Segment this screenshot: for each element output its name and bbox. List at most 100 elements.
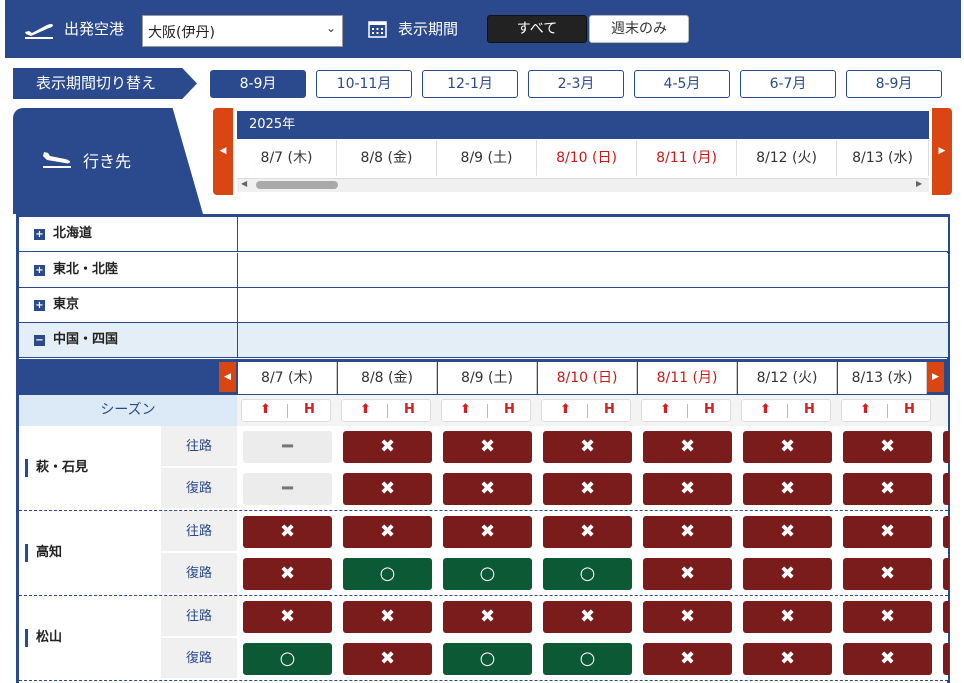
period-tab[interactable]: 2-3月: [528, 70, 624, 98]
availability-cell[interactable]: ○: [443, 643, 532, 675]
availability-cell[interactable]: ✖: [243, 516, 332, 548]
availability-cell[interactable]: ✖: [643, 431, 732, 463]
inner-scroll-left-button[interactable]: ◀: [219, 362, 236, 392]
outbound-direction-label: 往路: [161, 511, 237, 552]
region-row[interactable]: − 中国・四国: [19, 323, 948, 358]
availability-cell[interactable]: ✖: [643, 643, 732, 675]
period-tab[interactable]: 8-9月: [210, 70, 306, 98]
availability-cell[interactable]: ✖: [443, 473, 532, 505]
season-cell: ⬆ H: [641, 399, 731, 422]
availability-cell[interactable]: ✖: [343, 516, 432, 548]
period-switch-label: 表示期間切り替え: [13, 68, 197, 99]
price-up-icon: ⬆: [860, 402, 871, 417]
availability-cell-partial: [943, 601, 949, 633]
departure-airport-value: 大阪(伊丹): [148, 25, 215, 41]
period-all-button[interactable]: すべて: [487, 15, 587, 43]
availability-cell[interactable]: ○: [443, 558, 532, 590]
season-divider: [587, 404, 588, 418]
availability-cell[interactable]: ○: [243, 643, 332, 675]
expand-icon[interactable]: +: [34, 229, 45, 240]
horizontal-scrollbar[interactable]: [237, 178, 929, 192]
availability-cell[interactable]: ✖: [843, 516, 932, 548]
season-divider: [287, 404, 288, 418]
expand-icon[interactable]: +: [34, 300, 45, 311]
period-tab[interactable]: 12-1月: [422, 70, 518, 98]
availability-cell[interactable]: ✖: [343, 601, 432, 633]
inner-scroll-right-button[interactable]: ▶: [927, 362, 944, 392]
availability-cell[interactable]: ✖: [843, 601, 932, 633]
season-divider: [387, 404, 388, 418]
collapse-icon[interactable]: −: [34, 335, 45, 346]
availability-cell[interactable]: ○: [543, 558, 632, 590]
expand-icon[interactable]: +: [34, 265, 45, 276]
period-tab[interactable]: 4-5月: [634, 70, 730, 98]
availability-cell[interactable]: ✖: [843, 558, 932, 590]
availability-cell[interactable]: ✖: [743, 516, 832, 548]
high-season-mark: H: [904, 402, 915, 417]
availability-cell[interactable]: ○: [343, 558, 432, 590]
price-up-icon: ⬆: [360, 402, 371, 417]
period-tab[interactable]: 8-9月: [846, 70, 942, 98]
region-label: 東京: [53, 297, 80, 312]
availability-cell-partial: [943, 431, 949, 463]
availability-cell[interactable]: ✖: [343, 473, 432, 505]
availability-cell[interactable]: ✖: [443, 516, 532, 548]
availability-cell[interactable]: ✖: [743, 473, 832, 505]
availability-cell[interactable]: ✖: [643, 516, 732, 548]
route-name: 高知: [25, 544, 62, 562]
availability-cell-partial: [943, 558, 949, 590]
scrollbar-right-arrow-icon[interactable]: ▶: [916, 179, 922, 188]
high-season-mark: H: [404, 402, 415, 417]
scrollbar-thumb[interactable]: [256, 181, 338, 189]
season-cell: ⬆ H: [741, 399, 831, 422]
price-up-icon: ⬆: [560, 402, 571, 417]
departure-airport-label: 出発空港: [64, 20, 125, 38]
availability-cell[interactable]: ✖: [743, 431, 832, 463]
price-up-icon: ⬆: [660, 402, 671, 417]
region-name: + 東京: [19, 288, 238, 322]
availability-cell[interactable]: ✖: [543, 601, 632, 633]
period-tab[interactable]: 6-7月: [740, 70, 836, 98]
region-row[interactable]: + 北海道: [19, 217, 948, 252]
availability-cell[interactable]: ✖: [443, 601, 532, 633]
season-divider: [887, 404, 888, 418]
availability-cell[interactable]: ✖: [643, 558, 732, 590]
outbound-direction-label: 往路: [161, 426, 237, 467]
date-header-cell: 8/13 (水): [837, 140, 929, 176]
availability-cell[interactable]: ✖: [643, 473, 732, 505]
availability-cell[interactable]: ✖: [743, 601, 832, 633]
availability-cell[interactable]: ✖: [843, 473, 932, 505]
route-name: 松山: [25, 629, 62, 647]
availability-cell[interactable]: ✖: [643, 601, 732, 633]
availability-cell[interactable]: ✖: [243, 558, 332, 590]
period-tab[interactable]: 10-11月: [316, 70, 412, 98]
availability-cell[interactable]: ✖: [543, 431, 632, 463]
high-season-mark: H: [804, 402, 815, 417]
availability-cell[interactable]: ✖: [443, 431, 532, 463]
scrollbar-left-arrow-icon[interactable]: ◀: [241, 179, 247, 188]
region-label: 東北・北陸: [53, 262, 119, 277]
availability-cell[interactable]: ✖: [543, 516, 632, 548]
season-cell: ⬆ H: [841, 399, 931, 422]
availability-cell[interactable]: ✖: [243, 601, 332, 633]
region-row[interactable]: + 東北・北陸: [19, 253, 948, 288]
display-period-label: 表示期間: [398, 20, 459, 38]
high-season-mark: H: [604, 402, 615, 417]
availability-cell[interactable]: ✖: [343, 643, 432, 675]
availability-cell[interactable]: ✖: [743, 558, 832, 590]
price-up-icon: ⬆: [460, 402, 471, 417]
scroll-right-button[interactable]: ▶: [932, 108, 952, 195]
availability-cell[interactable]: ✖: [843, 643, 932, 675]
region-row[interactable]: + 東京: [19, 288, 948, 323]
return-direction-label: 復路: [161, 638, 237, 679]
availability-cell[interactable]: ✖: [743, 643, 832, 675]
availability-cell[interactable]: ✖: [843, 431, 932, 463]
inner-date-cell: 8/8 (金): [338, 362, 437, 394]
availability-cell[interactable]: ✖: [543, 473, 632, 505]
availability-cell[interactable]: ✖: [343, 431, 432, 463]
price-up-icon: ⬆: [760, 402, 771, 417]
availability-cell[interactable]: ○: [543, 643, 632, 675]
period-weekend-button[interactable]: 週末のみ: [589, 15, 689, 43]
departure-airport-select[interactable]: 大阪(伊丹) ⌄: [142, 15, 343, 47]
scroll-left-button[interactable]: ◀: [213, 108, 233, 195]
